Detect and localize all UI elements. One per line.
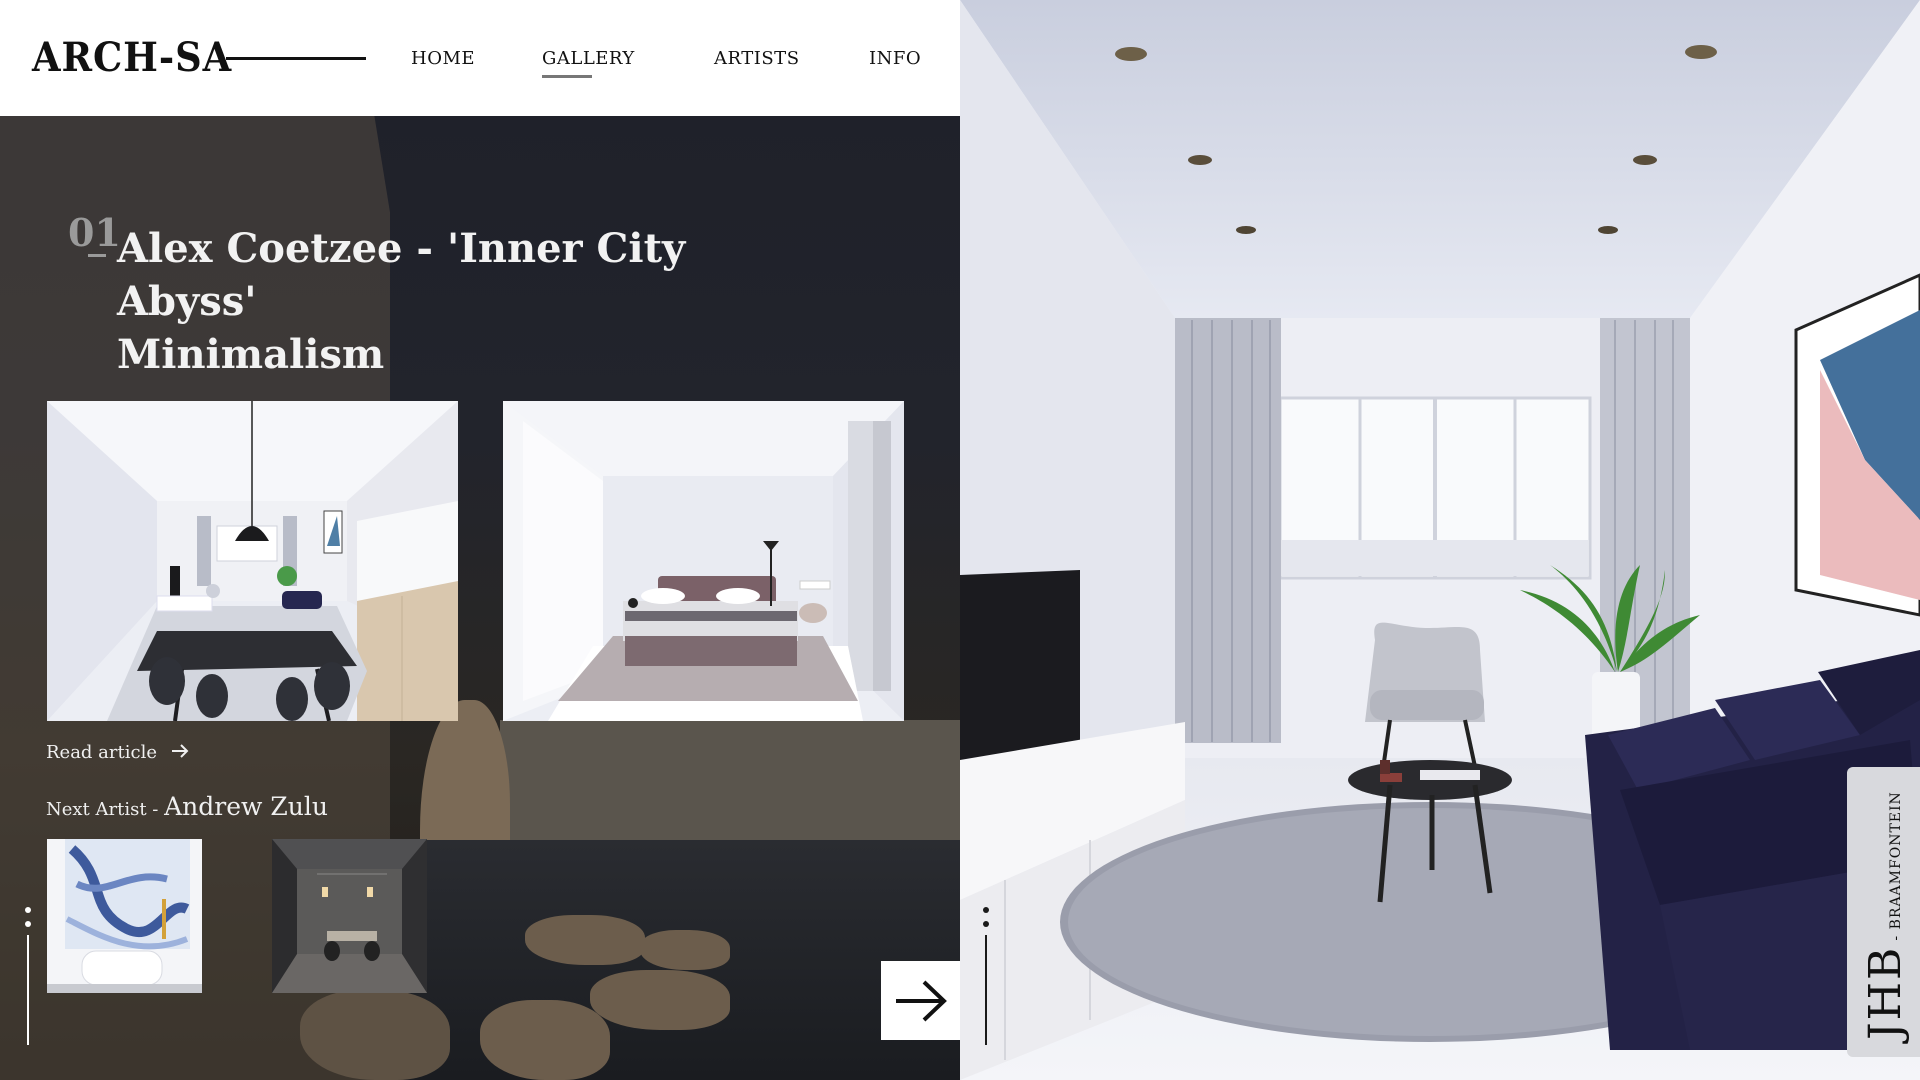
next-artist[interactable]: Next Artist - Andrew Zulu bbox=[46, 792, 328, 821]
next-artist-thumbnail[interactable] bbox=[272, 839, 427, 993]
scroll-bar bbox=[27, 935, 29, 1045]
site-header: ARCH-SA HOME GALLERY ARTISTS INFO bbox=[0, 0, 960, 116]
scroll-dot bbox=[983, 921, 989, 927]
nav-active-indicator bbox=[542, 75, 592, 78]
arrow-right-icon bbox=[895, 980, 947, 1021]
site-logo[interactable]: ARCH-SA bbox=[32, 34, 232, 81]
scroll-dot bbox=[25, 907, 31, 913]
scroll-dot bbox=[983, 907, 989, 913]
next-artist-thumbnail[interactable] bbox=[47, 839, 202, 993]
background-building bbox=[500, 720, 960, 840]
pool-rock bbox=[590, 970, 730, 1030]
article-title-line1: Alex Coetzee - 'Inner City Abyss' bbox=[117, 225, 686, 325]
article-number: 01 bbox=[68, 210, 121, 255]
scroll-bar bbox=[985, 935, 987, 1045]
read-article-label: Read article bbox=[46, 742, 157, 763]
pool-rock bbox=[480, 1000, 610, 1080]
location-city: JHB bbox=[1860, 945, 1911, 1040]
pool-rock bbox=[525, 915, 645, 965]
location-suburb: - BRAAMFONTEIN bbox=[1888, 791, 1904, 941]
bedroom-photo[interactable] bbox=[503, 401, 904, 721]
location-label: JHB - BRAAMFONTEIN bbox=[1860, 791, 1911, 1040]
scroll-indicator[interactable] bbox=[981, 907, 991, 1045]
nav-home[interactable]: HOME bbox=[411, 48, 475, 69]
nav-gallery[interactable]: GALLERY bbox=[542, 48, 635, 69]
next-slide-button[interactable] bbox=[881, 961, 960, 1040]
living-room-illustration bbox=[960, 0, 1920, 1080]
next-artist-name: Andrew Zulu bbox=[164, 792, 328, 821]
article-number-underline bbox=[88, 254, 106, 257]
scroll-indicator[interactable] bbox=[23, 907, 33, 1045]
pool-rock bbox=[640, 930, 730, 970]
left-panel: ARCH-SA HOME GALLERY ARTISTS INFO 01 Ale… bbox=[0, 0, 960, 1080]
dining-room-photo[interactable] bbox=[47, 401, 458, 721]
read-article-link[interactable]: Read article bbox=[46, 742, 189, 763]
arrow-right-icon bbox=[171, 742, 189, 763]
nav-artists[interactable]: ARTISTS bbox=[714, 48, 800, 69]
logo-divider bbox=[226, 57, 366, 60]
pool-rock bbox=[300, 990, 450, 1080]
scroll-dot bbox=[25, 921, 31, 927]
nav-info[interactable]: INFO bbox=[869, 48, 921, 69]
article-title-line2: Minimalism bbox=[117, 331, 385, 378]
hero-room-image bbox=[960, 0, 1920, 1080]
next-artist-label: Next Artist - bbox=[46, 799, 165, 820]
article-title: Alex Coetzee - 'Inner City Abyss' Minima… bbox=[117, 222, 817, 381]
